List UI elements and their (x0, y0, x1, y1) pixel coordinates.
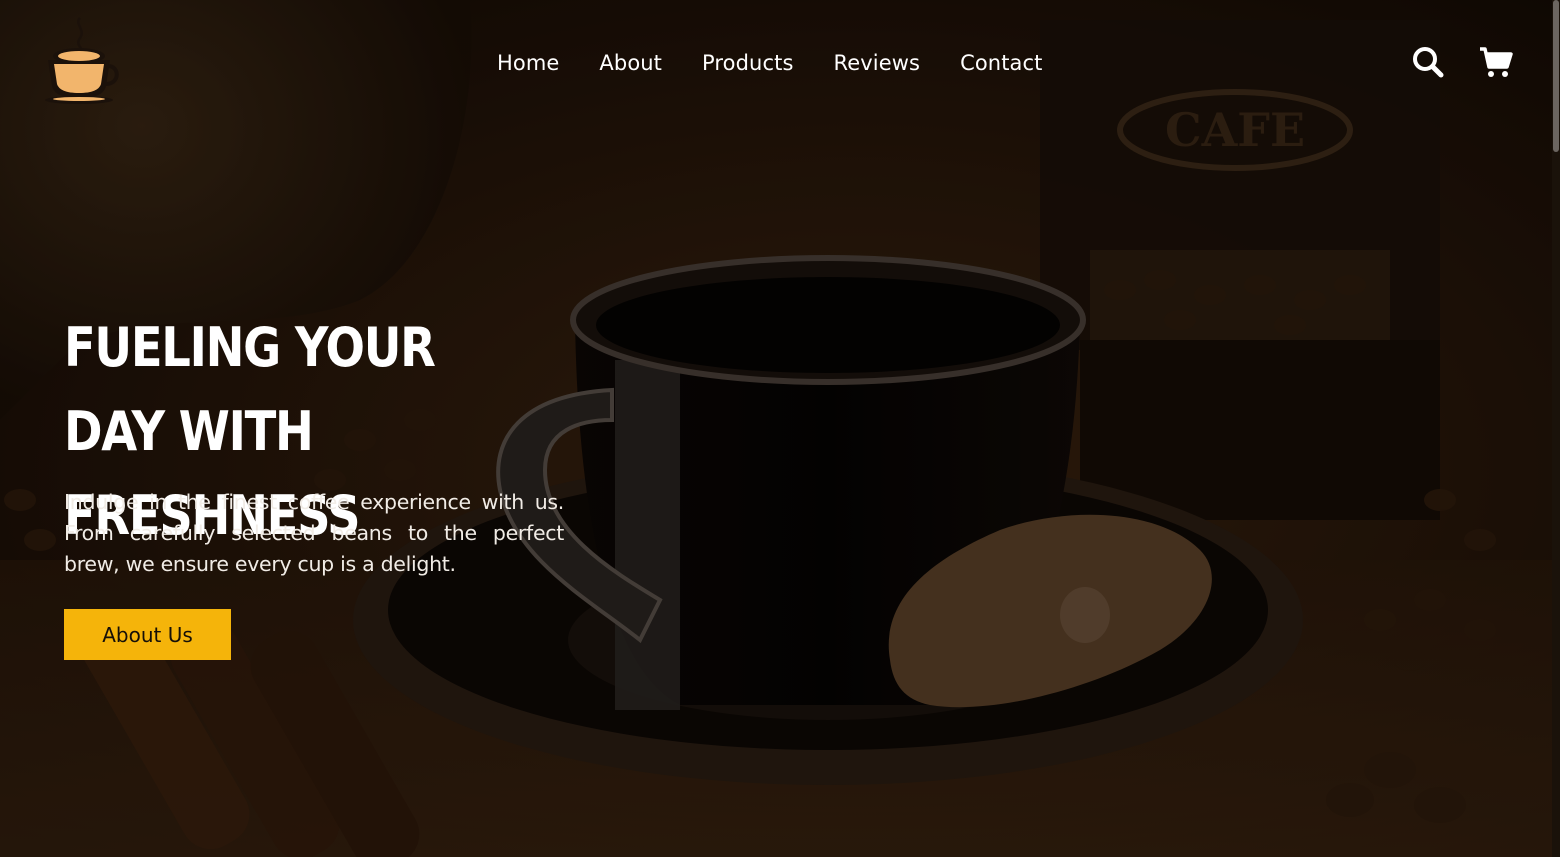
shopping-cart-icon[interactable] (1479, 45, 1513, 79)
nav-link-about[interactable]: About (599, 51, 662, 75)
page-scrollbar[interactable] (1552, 0, 1560, 857)
main-nav: Home About Products Reviews Contact (497, 46, 1042, 80)
landing-page: CAFE Home About Products Reviews Contact… (0, 0, 1560, 857)
nav-link-products[interactable]: Products (702, 51, 793, 75)
about-us-button[interactable]: About Us (64, 609, 231, 660)
site-header: Home About Products Reviews Contact (0, 0, 1560, 125)
scrollbar-thumb[interactable] (1553, 0, 1559, 152)
hero-description: Indulge in the finest coffee experience … (64, 490, 564, 576)
search-icon[interactable] (1411, 45, 1445, 79)
nav-link-home[interactable]: Home (497, 51, 559, 75)
coffee-cup-logo-icon[interactable] (40, 14, 120, 104)
nav-link-reviews[interactable]: Reviews (834, 51, 921, 75)
nav-link-contact[interactable]: Contact (960, 51, 1042, 75)
